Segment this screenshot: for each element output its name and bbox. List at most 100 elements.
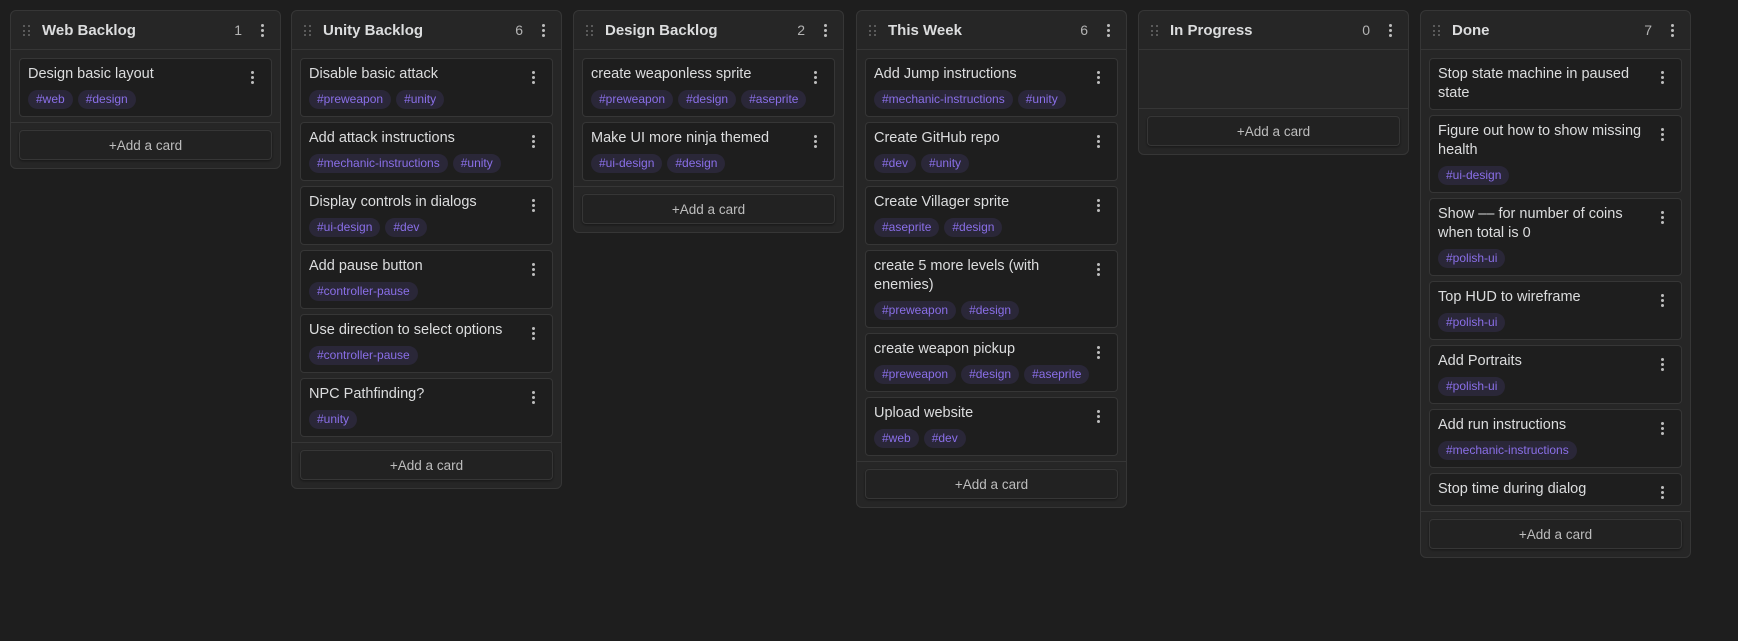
- tag[interactable]: #design: [961, 365, 1020, 384]
- card[interactable]: Create Villager sprite #aseprite #design: [865, 186, 1118, 245]
- tag[interactable]: #dev: [385, 218, 428, 237]
- card-menu-icon[interactable]: [809, 135, 821, 148]
- card-menu-icon[interactable]: [1656, 294, 1668, 307]
- card-menu-icon[interactable]: [1656, 486, 1668, 499]
- card-menu-icon[interactable]: [1092, 199, 1104, 212]
- card-title[interactable]: Use direction to select options: [309, 321, 544, 340]
- lane-menu-icon[interactable]: [1384, 23, 1396, 37]
- drag-handle-icon[interactable]: [23, 25, 33, 37]
- lane-title[interactable]: In Progress: [1170, 22, 1362, 39]
- lane-title[interactable]: Web Backlog: [42, 22, 234, 39]
- tag[interactable]: #unity: [1017, 90, 1066, 109]
- card-title[interactable]: Show –– for number of coins when total i…: [1438, 205, 1673, 243]
- card-title[interactable]: Add run instructions: [1438, 416, 1673, 435]
- card-menu-icon[interactable]: [527, 199, 539, 212]
- card-title[interactable]: Create Villager sprite: [874, 193, 1109, 212]
- card[interactable]: Stop state machine in paused state: [1429, 58, 1682, 110]
- card-title[interactable]: Add attack instructions: [309, 129, 544, 148]
- tag[interactable]: #polish-ui: [1438, 249, 1506, 268]
- card-menu-icon[interactable]: [246, 71, 258, 84]
- drag-handle-icon[interactable]: [869, 25, 879, 37]
- tag[interactable]: #ui-design: [1438, 166, 1510, 185]
- card[interactable]: NPC Pathfinding? #unity: [300, 378, 553, 437]
- card[interactable]: Make UI more ninja themed #ui-design #desi…: [582, 122, 835, 181]
- card[interactable]: create 5 more levels (with enemies) #prew…: [865, 250, 1118, 328]
- tag[interactable]: #web: [874, 429, 919, 448]
- add-card-button[interactable]: +Add a card: [865, 469, 1118, 499]
- tag[interactable]: #dev: [923, 429, 966, 448]
- tag[interactable]: #preweapon: [591, 90, 674, 109]
- card[interactable]: Figure out how to show missing health #ui…: [1429, 115, 1682, 193]
- add-card-button[interactable]: +Add a card: [1429, 519, 1682, 549]
- card-title[interactable]: Make UI more ninja themed: [591, 129, 826, 148]
- card[interactable]: Add run instructions #mechanic-instructio…: [1429, 409, 1682, 468]
- card-menu-icon[interactable]: [1656, 422, 1668, 435]
- card-menu-icon[interactable]: [1092, 71, 1104, 84]
- card[interactable]: Add pause button #controller-pause: [300, 250, 553, 309]
- card-menu-icon[interactable]: [1656, 211, 1668, 224]
- card-title[interactable]: Disable basic attack: [309, 65, 544, 84]
- tag[interactable]: #controller-pause: [309, 282, 418, 301]
- card-title[interactable]: Add pause button: [309, 257, 544, 276]
- lane-title[interactable]: Unity Backlog: [323, 22, 515, 39]
- card[interactable]: create weapon pickup #preweapon #design #as…: [865, 333, 1118, 392]
- card-menu-icon[interactable]: [1092, 135, 1104, 148]
- tag[interactable]: #mechanic-instructions: [1438, 441, 1577, 460]
- tag[interactable]: #mechanic-instructions: [309, 154, 448, 173]
- add-card-button[interactable]: +Add a card: [1147, 116, 1400, 146]
- card[interactable]: Display controls in dialogs #ui-design #de…: [300, 186, 553, 245]
- tag[interactable]: #unity: [396, 90, 445, 109]
- tag[interactable]: #unity: [309, 410, 358, 429]
- card-menu-icon[interactable]: [1656, 358, 1668, 371]
- lane-title[interactable]: Design Backlog: [605, 22, 797, 39]
- card-menu-icon[interactable]: [1656, 128, 1668, 141]
- tag[interactable]: #aseprite: [1024, 365, 1090, 384]
- tag[interactable]: #aseprite: [874, 218, 940, 237]
- card-menu-icon[interactable]: [527, 71, 539, 84]
- tag[interactable]: #web: [28, 90, 73, 109]
- drag-handle-icon[interactable]: [586, 25, 596, 37]
- card[interactable]: Top HUD to wireframe #polish-ui: [1429, 281, 1682, 340]
- tag[interactable]: #design: [944, 218, 1003, 237]
- card-menu-icon[interactable]: [527, 327, 539, 340]
- card-title[interactable]: Top HUD to wireframe: [1438, 288, 1673, 307]
- tag[interactable]: #dev: [874, 154, 917, 173]
- card-title[interactable]: Figure out how to show missing health: [1438, 122, 1673, 160]
- card-menu-icon[interactable]: [1092, 346, 1104, 359]
- tag[interactable]: #preweapon: [309, 90, 392, 109]
- tag[interactable]: #preweapon: [874, 365, 957, 384]
- card-title[interactable]: create 5 more levels (with enemies): [874, 257, 1109, 295]
- tag[interactable]: #polish-ui: [1438, 313, 1506, 332]
- card-menu-icon[interactable]: [1092, 410, 1104, 423]
- card-title[interactable]: create weapon pickup: [874, 340, 1109, 359]
- card-title[interactable]: Display controls in dialogs: [309, 193, 544, 212]
- tag[interactable]: #controller-pause: [309, 346, 418, 365]
- card-menu-icon[interactable]: [527, 135, 539, 148]
- tag[interactable]: #design: [961, 301, 1020, 320]
- card-menu-icon[interactable]: [527, 391, 539, 404]
- card-title[interactable]: NPC Pathfinding?: [309, 385, 544, 404]
- drag-handle-icon[interactable]: [1433, 25, 1443, 37]
- card-menu-icon[interactable]: [1656, 71, 1668, 84]
- card[interactable]: create weaponless sprite #preweapon #desig…: [582, 58, 835, 117]
- tag[interactable]: #polish-ui: [1438, 377, 1506, 396]
- card[interactable]: Create GitHub repo #dev #unity: [865, 122, 1118, 181]
- tag[interactable]: #mechanic-instructions: [874, 90, 1013, 109]
- card-title[interactable]: Add Portraits: [1438, 352, 1673, 371]
- tag[interactable]: #unity: [452, 154, 501, 173]
- card-title[interactable]: Add Jump instructions: [874, 65, 1109, 84]
- tag[interactable]: #preweapon: [874, 301, 957, 320]
- drag-handle-icon[interactable]: [304, 25, 314, 37]
- tag[interactable]: #aseprite: [741, 90, 807, 109]
- tag[interactable]: #ui-design: [591, 154, 663, 173]
- card[interactable]: Add Portraits #polish-ui: [1429, 345, 1682, 404]
- tag[interactable]: #ui-design: [309, 218, 381, 237]
- drag-handle-icon[interactable]: [1151, 25, 1161, 37]
- card[interactable]: Show –– for number of coins when total i…: [1429, 198, 1682, 276]
- card-title[interactable]: Stop state machine in paused state: [1438, 65, 1673, 103]
- card[interactable]: Add Jump instructions #mechanic-instructi…: [865, 58, 1118, 117]
- tag[interactable]: #design: [678, 90, 737, 109]
- card-menu-icon[interactable]: [809, 71, 821, 84]
- lane-menu-icon[interactable]: [819, 23, 831, 37]
- card-menu-icon[interactable]: [527, 263, 539, 276]
